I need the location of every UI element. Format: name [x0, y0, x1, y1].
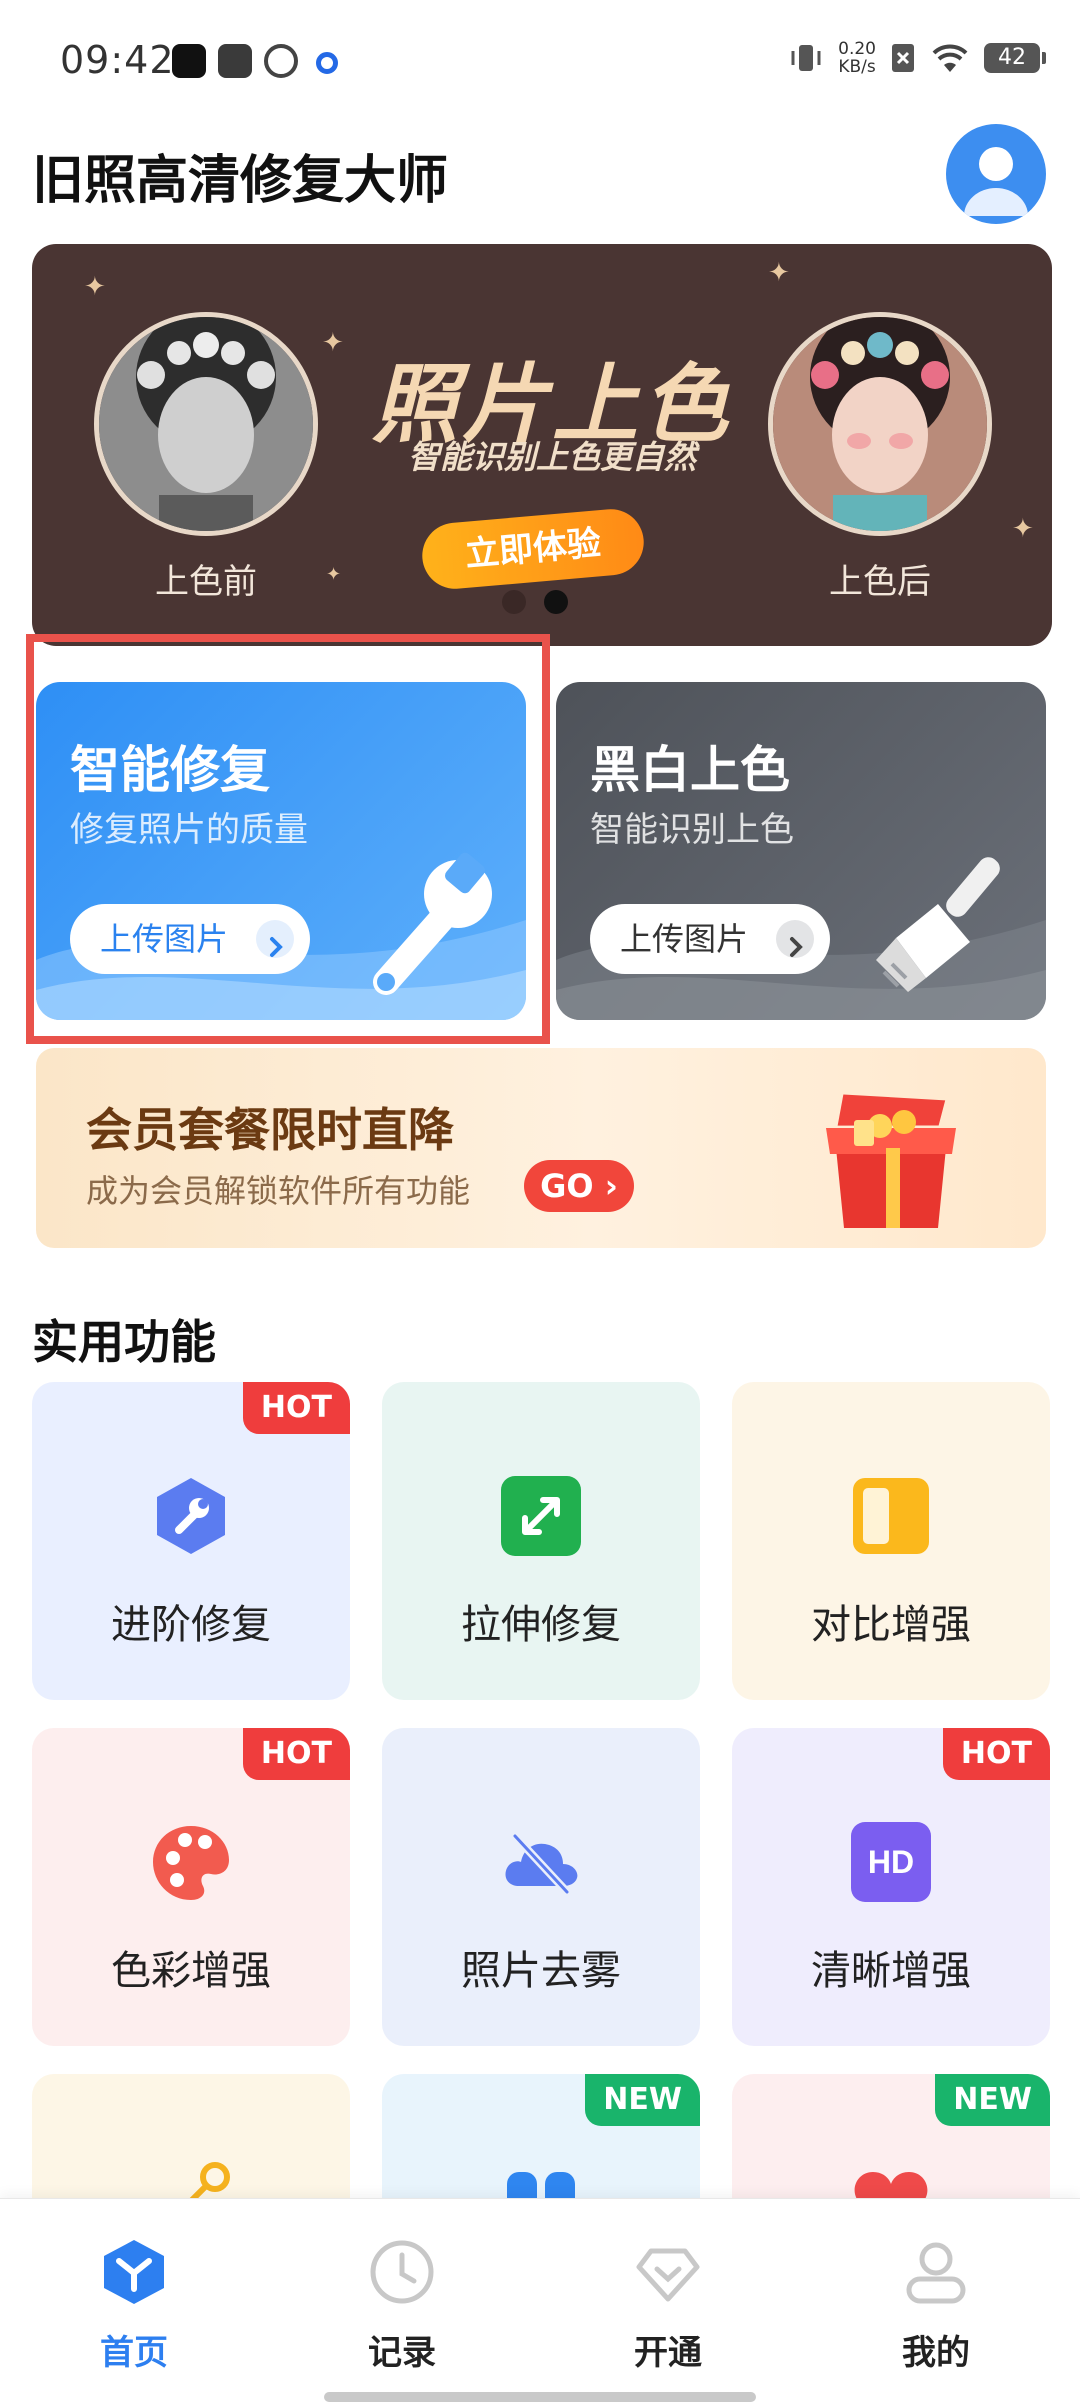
- chevron-right-icon: [776, 920, 814, 958]
- vibrate-icon: [791, 45, 821, 71]
- tile-dehaze[interactable]: 照片去雾: [382, 1728, 700, 2046]
- nav-label: 开通: [634, 2333, 702, 2373]
- clock-icon: [370, 2240, 434, 2304]
- mail-icon: [218, 44, 252, 78]
- tile-contrast-enhance[interactable]: 对比增强: [732, 1382, 1050, 1700]
- after-label: 上色后: [829, 562, 931, 602]
- highlight-frame: [26, 634, 550, 1044]
- new-badge: NEW: [935, 2074, 1050, 2126]
- promo-banner[interactable]: ✦ ✦ ✦ ✦ ✦ 上色前 照片上色 智能识别上色更自然 立即体验 上色后: [32, 244, 1052, 646]
- nav-records[interactable]: 记录: [302, 2237, 502, 2374]
- page-title: 旧照高清修复大师: [32, 151, 449, 211]
- gift-box-icon: [826, 1094, 956, 1228]
- status-time: 09:42: [60, 38, 175, 82]
- nav-home[interactable]: 首页: [34, 2237, 234, 2374]
- bottom-nav: 首页 记录 开通 我的: [0, 2198, 1080, 2408]
- net-speed-unit: KB/s: [838, 57, 876, 77]
- tile-label: 拉伸修复: [461, 1602, 621, 1648]
- nav-membership[interactable]: 开通: [568, 2237, 768, 2374]
- tile-label: 对比增强: [811, 1602, 971, 1648]
- battery-icon: 42: [984, 43, 1046, 73]
- avatar-figure: [964, 147, 1028, 216]
- banner-subtitle: 智能识别上色更自然: [407, 438, 696, 476]
- colorize-card[interactable]: 黑白上色 智能识别上色 上传图片: [556, 682, 1046, 1020]
- sparkle-icon: ✦: [84, 272, 106, 302]
- sync-icon: [264, 44, 298, 78]
- nav-label: 记录: [368, 2333, 436, 2373]
- home-icon: [104, 2240, 164, 2304]
- home-indicator[interactable]: [324, 2392, 756, 2402]
- grayscale-portrait-image: [99, 317, 313, 531]
- hd-icon: HD: [851, 1822, 931, 1902]
- hot-badge: HOT: [942, 1728, 1050, 1780]
- hot-badge: HOT: [242, 1382, 350, 1434]
- section-title: 实用功能: [32, 1315, 216, 1369]
- browser-icon: [316, 52, 338, 74]
- new-badge: NEW: [585, 2074, 700, 2126]
- net-speed: 0.20 KB/s: [838, 40, 876, 76]
- card-title: 黑白上色: [590, 741, 790, 799]
- palette-icon: [153, 1826, 229, 1900]
- tile-label: 进阶修复: [111, 1602, 271, 1648]
- tile-label: 清晰增强: [811, 1948, 971, 1994]
- tile-clarity-enhance[interactable]: HOT HD 清晰增强: [732, 1728, 1050, 2046]
- contrast-icon: [853, 1478, 929, 1554]
- carousel-dot[interactable]: [502, 590, 526, 614]
- net-speed-value: 0.20: [838, 39, 876, 59]
- sparkle-icon: ✦: [768, 258, 790, 288]
- nav-label: 首页: [100, 2333, 168, 2373]
- diamond-icon: [636, 2248, 700, 2302]
- before-portrait: [94, 312, 318, 536]
- sparkle-icon: ✦: [1012, 514, 1034, 544]
- tile-advanced-repair[interactable]: HOT 进阶修复: [32, 1382, 350, 1700]
- hex-wrench-icon: [157, 1478, 225, 1554]
- after-portrait: [768, 312, 992, 536]
- status-indicators: 0.20 KB/s 42: [788, 40, 1046, 76]
- expand-icon: [501, 1476, 581, 1556]
- hot-badge: HOT: [242, 1728, 350, 1780]
- tiktok-icon: [172, 44, 206, 78]
- status-bar: 09:42 0.20 KB/s 42: [0, 0, 1080, 130]
- cloud-off-icon: [505, 1832, 578, 1896]
- go-button[interactable]: GO ›: [524, 1160, 634, 1212]
- colorized-portrait-image: [773, 317, 987, 531]
- vip-promo-banner[interactable]: 会员套餐限时直降 成为会员解锁软件所有功能 GO ›: [36, 1048, 1046, 1248]
- vip-subtitle: 成为会员解锁软件所有功能: [86, 1172, 471, 1210]
- tile-label: 照片去雾: [461, 1948, 621, 1994]
- sim-off-icon: [892, 44, 914, 72]
- tile-color-enhance[interactable]: HOT 色彩增强: [32, 1728, 350, 2046]
- tile-stretch-repair[interactable]: 拉伸修复: [382, 1382, 700, 1700]
- go-label: GO: [540, 1167, 594, 1205]
- wifi-icon: [932, 44, 968, 72]
- before-label: 上色前: [155, 562, 257, 602]
- sparkle-icon: ✦: [326, 564, 342, 585]
- carousel-dot-active[interactable]: [544, 590, 568, 614]
- profile-icon: [906, 2242, 966, 2304]
- try-now-button[interactable]: 立即体验: [419, 506, 647, 592]
- sparkle-icon: ✦: [322, 328, 344, 358]
- carousel-indicator: [502, 590, 568, 614]
- nav-label: 我的: [902, 2333, 970, 2373]
- card-subtitle: 智能识别上色: [590, 810, 794, 850]
- vip-title: 会员套餐限时直降: [86, 1103, 454, 1157]
- user-avatar-icon[interactable]: [946, 124, 1046, 224]
- svg-text:HD: HD: [868, 1844, 914, 1880]
- paint-brush-icon: [876, 857, 1000, 992]
- upload-photo-button[interactable]: 上传图片: [590, 904, 830, 974]
- upload-button-label: 上传图片: [620, 920, 749, 958]
- tile-label: 色彩增强: [111, 1948, 271, 1994]
- nav-profile[interactable]: 我的: [836, 2237, 1036, 2374]
